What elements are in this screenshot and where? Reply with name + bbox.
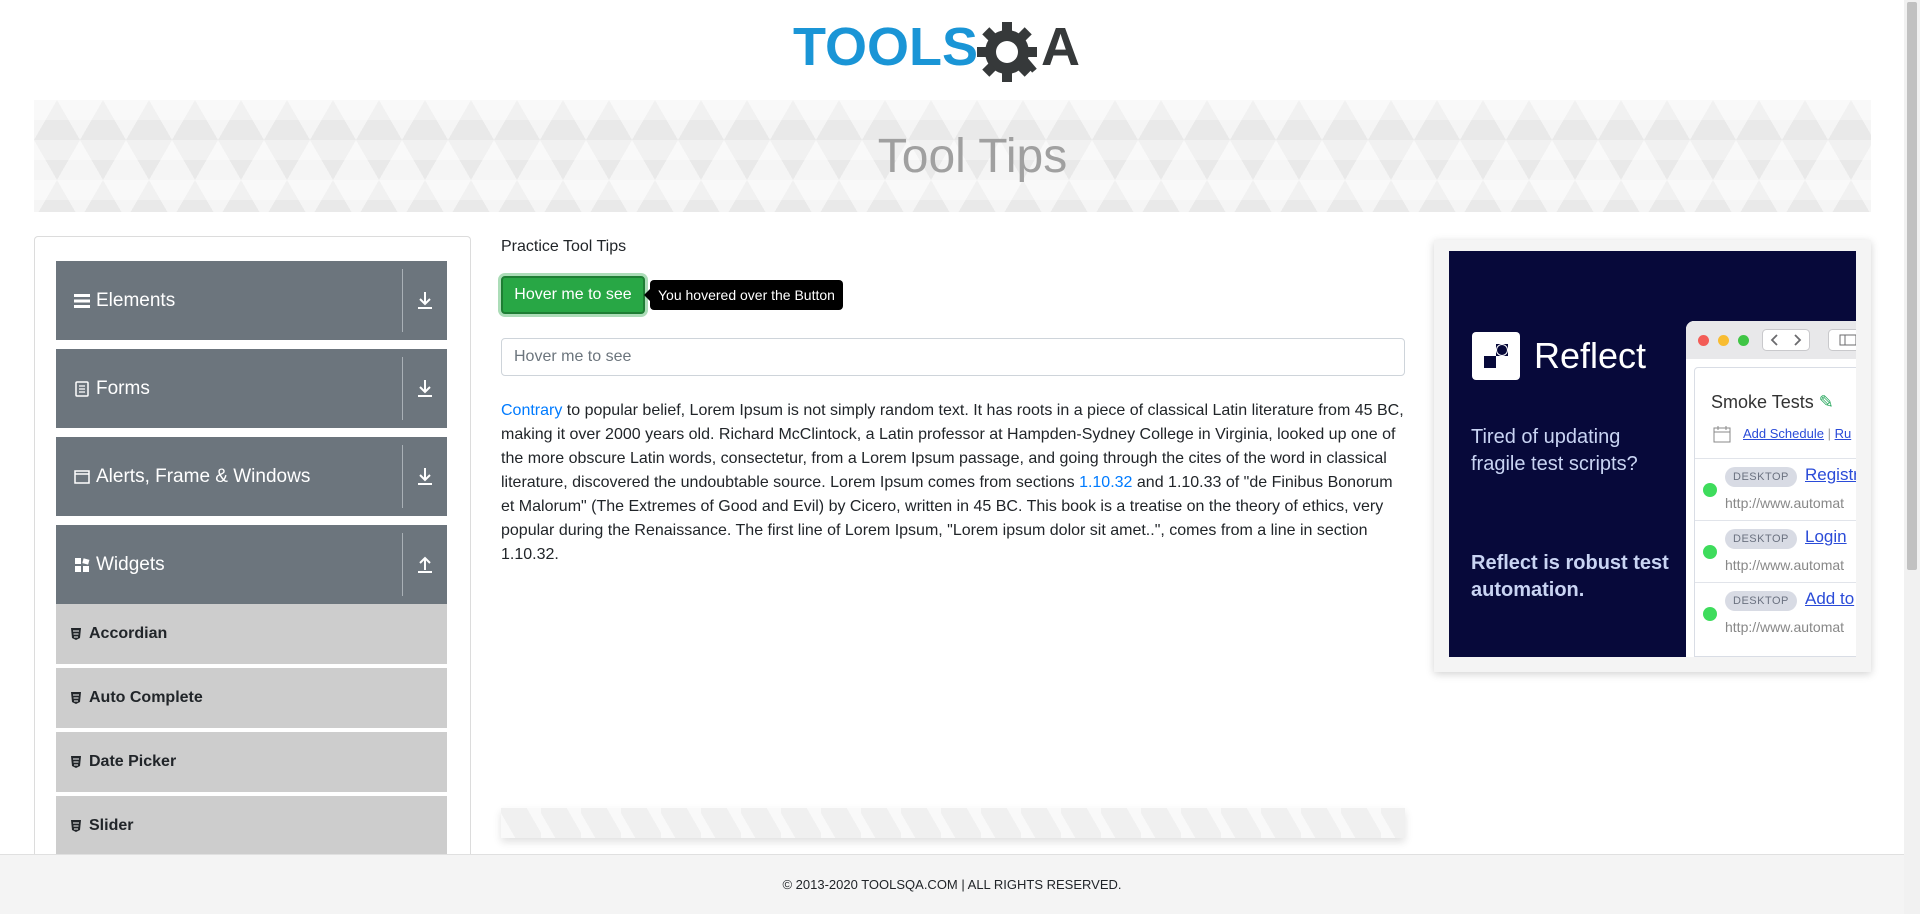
window-icon [74, 468, 90, 486]
section-title: Practice Tool Tips [501, 238, 627, 255]
sidebar-group-label: Elements [96, 289, 176, 311]
divider [402, 269, 403, 332]
test-row: DESKTOP Add to http://www.automat [1695, 582, 1856, 644]
sidebar-item-date-picker[interactable]: Date Picker [56, 732, 447, 794]
scrollbar-thumb[interactable] [1907, 2, 1917, 570]
sidebar-item-accordian[interactable]: Accordian [56, 604, 447, 666]
pencil-icon: ✎ [1818, 392, 1834, 412]
hamburger-icon [74, 292, 90, 310]
status-dot [1703, 483, 1717, 497]
smoke-tests-title: Smoke Tests ✎ [1711, 392, 1834, 412]
download-icon[interactable] [416, 465, 434, 487]
minimize-dot [1718, 335, 1729, 346]
divider [402, 357, 403, 420]
sidebar-item-label: Auto Complete [89, 689, 203, 706]
upload-icon[interactable] [416, 553, 434, 575]
html5-icon [71, 628, 81, 640]
sidebar-item-label: Date Picker [89, 753, 177, 770]
schedule-links: Add Schedule | Ru [1743, 426, 1852, 441]
test-url: http://www.automat [1725, 495, 1845, 511]
sidebar-group-label: Widgets [96, 553, 165, 575]
test-url: http://www.automat [1725, 619, 1845, 635]
window-chrome [1686, 321, 1856, 359]
reflect-brand: Reflect [1534, 335, 1647, 376]
status-dot [1703, 545, 1717, 559]
sidebar-toggle-icon [1828, 329, 1856, 351]
desktop-badge: DESKTOP [1725, 529, 1797, 549]
html5-icon [71, 692, 81, 704]
ad-headline: Reflect is robust test automation. [1471, 552, 1669, 601]
divider [402, 445, 403, 508]
toolsqa-logo[interactable]: TOOLS A [793, 14, 1115, 90]
test-url: http://www.automat [1725, 557, 1845, 573]
hover-text-field[interactable] [501, 338, 1405, 376]
test-row: DESKTOP Registr http://www.automat [1695, 458, 1856, 520]
ad-app-window: Smoke Tests ✎ Add Schedule | Ru DESKTOP … [1686, 321, 1856, 657]
section-link[interactable]: 1.10.32 [1079, 474, 1132, 491]
logo-text-tools: TOOLS [793, 17, 978, 77]
html5-icon [71, 820, 81, 832]
reflect-ad[interactable]: Reflect Tired of updating fragile test s… [1449, 251, 1856, 657]
sidebar-item-auto-complete[interactable]: Auto Complete [56, 668, 447, 730]
close-dot [1698, 335, 1709, 346]
ad-tagline: Tired of updating fragile test scripts? [1471, 426, 1638, 475]
sidebar-group-label: Forms [96, 377, 150, 399]
test-link: Add to [1805, 589, 1855, 608]
test-link: Login [1805, 527, 1847, 546]
sidebar-item-label: Slider [89, 817, 134, 834]
ad-test-panel: Smoke Tests ✎ Add Schedule | Ru DESKTOP … [1694, 367, 1856, 657]
tooltip: You hovered over the Button [644, 280, 843, 310]
page-scrollbar[interactable] [1904, 0, 1920, 914]
sidebar-group-elements[interactable]: Elements [56, 261, 447, 340]
maximize-dot [1738, 335, 1749, 346]
header: TOOLS A [0, 0, 1904, 100]
desktop-badge: DESKTOP [1725, 467, 1797, 487]
hover-button[interactable]: Hover me to see [501, 276, 645, 314]
divider [402, 533, 403, 596]
download-icon[interactable] [416, 377, 434, 399]
calendar-icon [1713, 426, 1731, 443]
download-icon[interactable] [416, 289, 434, 311]
contrary-link[interactable]: Contrary [501, 402, 562, 419]
sidebar-item-label: Accordian [89, 625, 168, 642]
reflect-logo-icon [1472, 332, 1520, 380]
desktop-badge: DESKTOP [1725, 591, 1797, 611]
gear-icon [977, 22, 1037, 82]
widgets-icon [74, 556, 90, 574]
html5-icon [71, 756, 81, 768]
sidebar-group-label: Alerts, Frame & Windows [96, 465, 311, 487]
ad-container: Reflect Tired of updating fragile test s… [1434, 240, 1871, 672]
test-link: Registr [1805, 465, 1856, 484]
sidebar-group-alerts[interactable]: Alerts, Frame & Windows [56, 437, 447, 516]
footer: © 2013-2020 TOOLSQA.COM | ALL RIGHTS RES… [0, 854, 1904, 914]
page-banner: Tool Tips [34, 100, 1871, 212]
logo-text-a: A [1041, 17, 1080, 77]
decorative-strip [501, 808, 1405, 838]
sidebar-group-widgets[interactable]: Widgets [56, 525, 447, 604]
sidebar: Elements Forms Alerts, Frame & Windows W… [34, 236, 471, 876]
back-forward-icon [1762, 329, 1810, 351]
sidebar-item-slider[interactable]: Slider [56, 796, 447, 858]
test-row: DESKTOP Login http://www.automat [1695, 520, 1856, 582]
status-dot [1703, 607, 1717, 621]
document-icon [74, 380, 90, 398]
sidebar-group-forms[interactable]: Forms [56, 349, 447, 428]
reflect-logo: Reflect [1472, 332, 1646, 380]
page-title: Tool Tips [877, 129, 1068, 183]
lorem-paragraph: Contrary to popular belief, Lorem Ipsum … [501, 399, 1407, 567]
copyright-text: © 2013-2020 TOOLSQA.COM | ALL RIGHTS RES… [782, 877, 1122, 892]
